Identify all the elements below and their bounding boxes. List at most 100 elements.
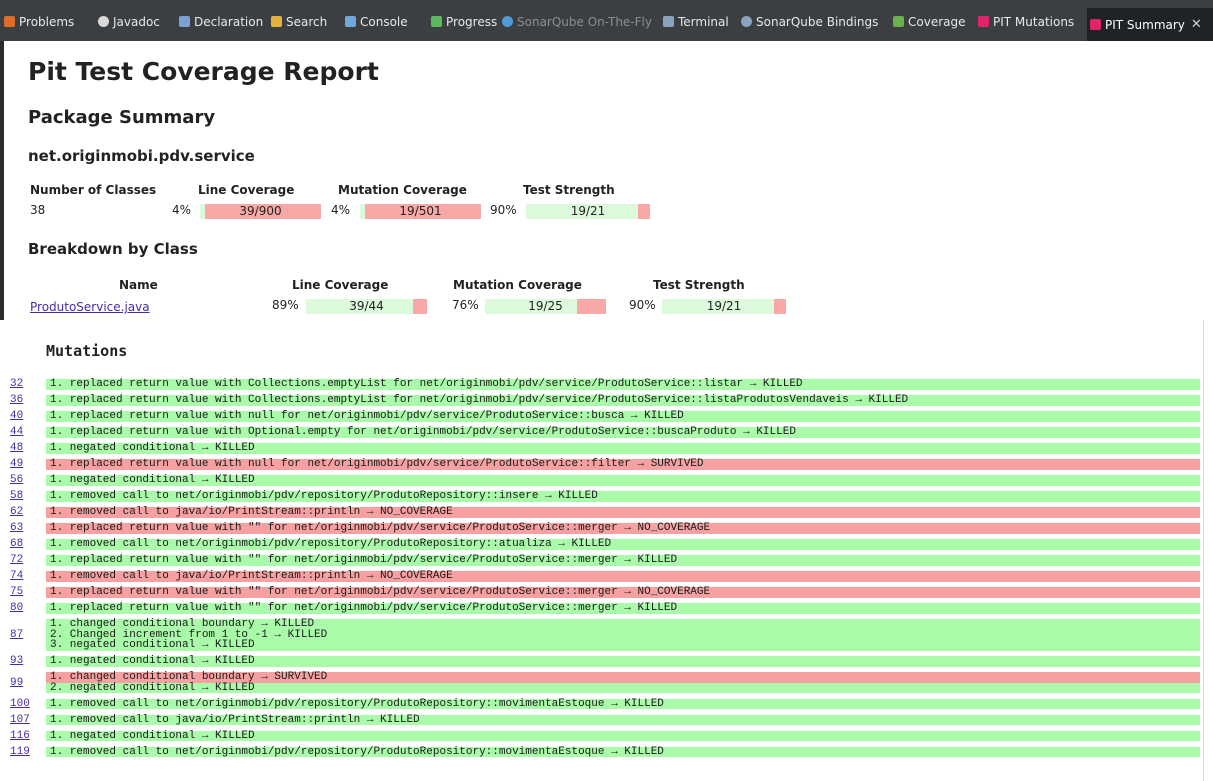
class-link-produtoservice[interactable]: ProdutoService.java xyxy=(30,300,150,314)
mutation-details: 1. replaced return value with Optional.e… xyxy=(46,427,1200,438)
mutation-text: 1. removed call to net/originmobi/pdv/re… xyxy=(46,491,1200,502)
close-icon[interactable]: ✕ xyxy=(1191,17,1202,32)
mutation-details: 1. negated conditional → KILLED xyxy=(46,656,1200,667)
line-number-link[interactable]: 87 xyxy=(10,629,46,641)
mutation-row: 99 1. changed conditional boundary → SURV… xyxy=(10,672,1200,693)
line-number-link[interactable]: 72 xyxy=(10,554,46,566)
tab-coverage[interactable]: Coverage xyxy=(893,12,966,31)
mutation-row: 72 1. replaced return value with "" for n… xyxy=(10,554,1200,566)
mutation-row: 58 1. removed call to net/originmobi/pdv/… xyxy=(10,490,1200,502)
mutation-text: 1. replaced return value with Collection… xyxy=(46,379,1200,390)
mutation-text: 1. negated conditional → KILLED xyxy=(46,475,1200,486)
line-number-link[interactable]: 68 xyxy=(10,538,46,550)
line-number-link[interactable]: 75 xyxy=(10,586,46,598)
class-mutation-coverage-bar: 19/25 xyxy=(485,299,606,314)
mutation-row: 80 1. replaced return value with "" for n… xyxy=(10,602,1200,614)
coverage-icon xyxy=(893,16,904,27)
mutation-text: 1. negated conditional → KILLED xyxy=(46,443,1200,454)
tab-sonarqube-on-the-fly[interactable]: SonarQube On-The-Fly xyxy=(502,12,652,31)
line-number-link[interactable]: 32 xyxy=(10,378,46,390)
mutation-text: 1. replaced return value with null for n… xyxy=(46,459,1200,470)
line-number-link[interactable]: 56 xyxy=(10,474,46,486)
line-number-link[interactable]: 93 xyxy=(10,655,46,667)
console-icon xyxy=(345,16,356,27)
tab-terminal[interactable]: Terminal xyxy=(663,12,729,31)
line-number-link[interactable]: 107 xyxy=(10,714,46,726)
class-line-coverage-percent: 89% xyxy=(272,298,299,312)
line-number-link[interactable]: 62 xyxy=(10,506,46,518)
mutation-row: 40 1. replaced return value with null for… xyxy=(10,410,1200,422)
mutation-text: 1. replaced return value with null for n… xyxy=(46,411,1200,422)
mutation-row: 107 1. removed call to java/io/PrintStrea… xyxy=(10,714,1200,726)
class-test-strength-bar: 19/21 xyxy=(662,299,786,314)
tab-problems[interactable]: Problems xyxy=(4,12,74,31)
line-number-link[interactable]: 116 xyxy=(10,730,46,742)
test-strength-bar: 19/21 xyxy=(526,204,650,219)
line-number-link[interactable]: 58 xyxy=(10,490,46,502)
package-name: net.originmobi.pdv.service xyxy=(28,147,255,165)
report-title: Pit Test Coverage Report xyxy=(28,57,379,86)
tab-progress[interactable]: Progress xyxy=(431,12,497,31)
tab-declaration[interactable]: Declaration xyxy=(179,12,263,31)
mutation-text: 1. removed call to java/io/PrintStream::… xyxy=(46,571,1200,582)
mutation-row: 63 1. replaced return value with "" for n… xyxy=(10,522,1200,534)
line-number-link[interactable]: 36 xyxy=(10,394,46,406)
tab-pit-summary[interactable]: PIT Summary ✕ xyxy=(1087,8,1213,41)
mutation-text: 2. negated conditional → KILLED xyxy=(46,682,1200,693)
line-number-link[interactable]: 100 xyxy=(10,698,46,710)
mutation-row: 48 1. negated conditional → KILLED xyxy=(10,442,1200,454)
class-line-coverage-bar: 39/44 xyxy=(306,299,427,314)
mutation-details: 1. replaced return value with "" for net… xyxy=(46,603,1200,614)
header-number-of-classes: Number of Classes xyxy=(30,183,157,197)
javadoc-icon xyxy=(98,16,109,27)
number-of-classes-value: 38 xyxy=(30,203,46,217)
mutation-text: 1. negated conditional → KILLED xyxy=(46,656,1200,667)
mutation-text: 1. changed conditional boundary → KILLED xyxy=(46,619,1200,630)
mutation-text: 1. changed conditional boundary → SURVIV… xyxy=(46,672,1200,683)
mutation-row: 116 1. negated conditional → KILLED xyxy=(10,730,1200,742)
class-line-coverage-ratio: 39/44 xyxy=(349,299,384,313)
tab-pit-mutations[interactable]: PIT Mutations xyxy=(978,12,1074,31)
line-number-link[interactable]: 48 xyxy=(10,442,46,454)
mutation-details: 1. removed call to java/io/PrintStream::… xyxy=(46,571,1200,582)
line-number-link[interactable]: 80 xyxy=(10,602,46,614)
tab-search[interactable]: Search xyxy=(271,12,327,31)
mutation-details: 1. changed conditional boundary → SURVIV… xyxy=(46,672,1200,693)
mutation-text: 3. negated conditional → KILLED xyxy=(46,640,1200,651)
tab-javadoc[interactable]: Javadoc xyxy=(98,12,160,31)
header-test-strength: Test Strength xyxy=(523,183,615,197)
mutation-details: 1. replaced return value with Collection… xyxy=(46,395,1200,406)
mutation-coverage-ratio: 19/501 xyxy=(399,204,442,218)
mutation-details: 1. negated conditional → KILLED xyxy=(46,475,1200,486)
mutations-heading: Mutations xyxy=(46,342,128,360)
mutation-row: 93 1. negated conditional → KILLED xyxy=(10,655,1200,667)
header-mutation-coverage: Mutation Coverage xyxy=(453,278,582,292)
view-tab-bar: Problems Javadoc Declaration Search Cons… xyxy=(0,0,1213,41)
mutation-text: 1. replaced return value with "" for net… xyxy=(46,523,1200,534)
mutation-text: 1. replaced return value with Collection… xyxy=(46,395,1200,406)
line-number-link[interactable]: 74 xyxy=(10,570,46,582)
mutation-details: 1. replaced return value with Collection… xyxy=(46,379,1200,390)
mutation-coverage-bar: 19/501 xyxy=(360,204,481,219)
mutation-row: 44 1. replaced return value with Optional… xyxy=(10,426,1200,438)
mutation-text: 1. removed call to net/originmobi/pdv/re… xyxy=(46,539,1200,550)
line-number-link[interactable]: 44 xyxy=(10,426,46,438)
mutation-row: 100 1. removed call to net/originmobi/pdv… xyxy=(10,698,1200,710)
mutation-details: 1. replaced return value with "" for net… xyxy=(46,555,1200,566)
mutation-text: 1. removed call to java/io/PrintStream::… xyxy=(46,507,1200,518)
progress-icon xyxy=(431,16,442,27)
line-number-link[interactable]: 119 xyxy=(10,746,46,758)
tab-console[interactable]: Console xyxy=(345,12,408,31)
mutations-panel: Mutations 32 1. replaced return value wit… xyxy=(0,320,1213,781)
line-number-link[interactable]: 40 xyxy=(10,410,46,422)
mutation-details: 1. negated conditional → KILLED xyxy=(46,443,1200,454)
pit-summary-report: Pit Test Coverage Report Package Summary… xyxy=(0,41,1213,320)
mutation-details: 1. removed call to net/originmobi/pdv/re… xyxy=(46,539,1200,550)
line-number-link[interactable]: 63 xyxy=(10,522,46,534)
line-number-link[interactable]: 99 xyxy=(10,677,46,689)
tab-sonarqube-bindings[interactable]: SonarQube Bindings xyxy=(741,12,878,31)
package-summary-heading: Package Summary xyxy=(28,107,216,128)
pit-icon xyxy=(978,16,989,27)
line-number-link[interactable]: 49 xyxy=(10,458,46,470)
mutation-details: 1. removed call to java/io/PrintStream::… xyxy=(46,714,1200,725)
